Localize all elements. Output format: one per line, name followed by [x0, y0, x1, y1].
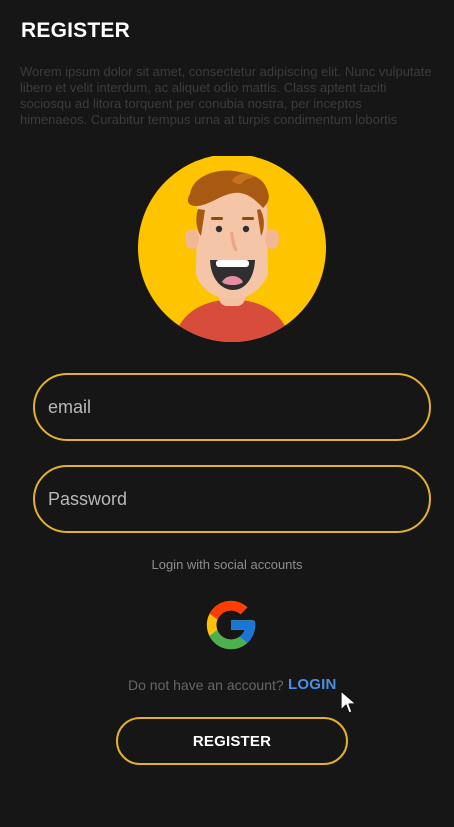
social-login-label: Login with social accounts	[151, 557, 303, 572]
login-link[interactable]: LOGIN	[288, 676, 337, 693]
register-button[interactable]: REGISTER	[116, 717, 348, 765]
password-input[interactable]	[33, 465, 431, 533]
page-description: Worem ipsum dolor sit amet, consectetur …	[20, 64, 432, 127]
mouse-pointer-icon	[340, 690, 357, 714]
google-icon	[206, 600, 256, 650]
google-login-button[interactable]	[202, 596, 260, 654]
avatar-illustration	[138, 154, 326, 342]
no-account-text: Do not have an account?	[128, 677, 284, 693]
email-input[interactable]	[33, 373, 431, 441]
avatar	[137, 154, 327, 342]
page-title: REGISTER	[21, 19, 130, 42]
register-screen: REGISTER Worem ipsum dolor sit amet, con…	[0, 0, 454, 827]
